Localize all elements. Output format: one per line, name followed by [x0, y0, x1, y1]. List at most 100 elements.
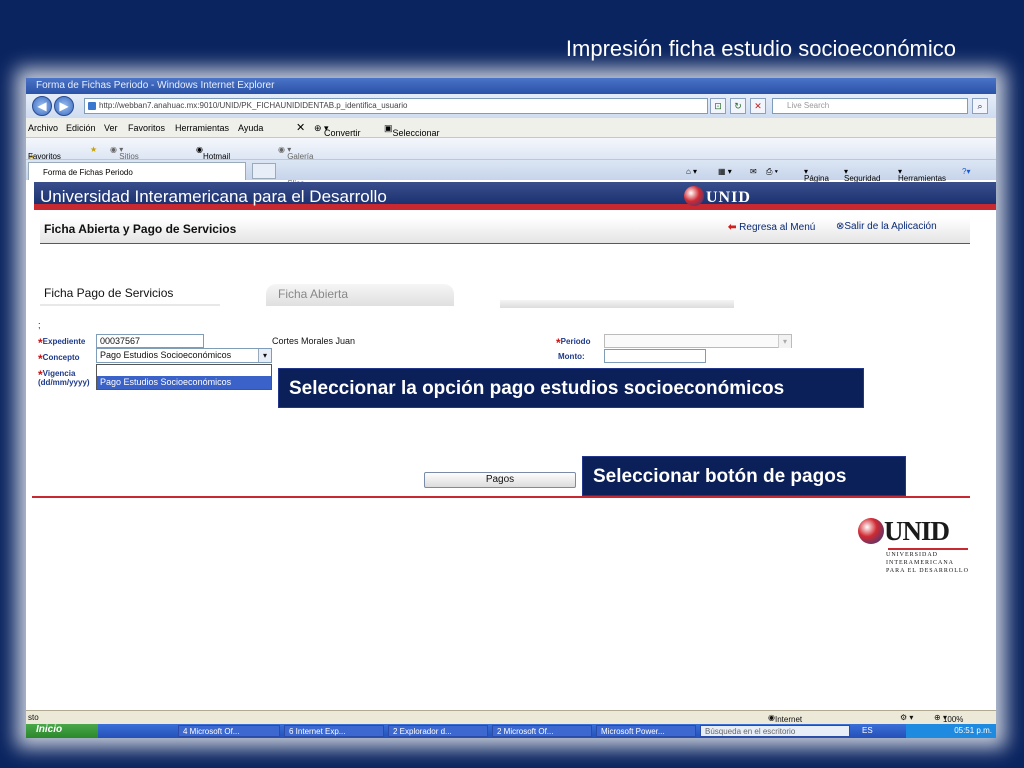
back-to-menu-link[interactable]: ⬅ Regresa al Menú	[728, 222, 815, 233]
task-item[interactable]: Microsoft Power...	[596, 725, 696, 737]
monto-label: Monto:	[558, 352, 585, 361]
banner-logo: UNID	[684, 186, 751, 207]
tab-ficha-abierta[interactable]: Ficha Abierta	[266, 284, 454, 306]
concepto-select[interactable]: Pago Estudios Socioeconómicos ▾	[96, 348, 272, 363]
clock: 05:51 p.m.	[954, 726, 992, 735]
concepto-label-text: Concepto	[42, 353, 80, 362]
chevron-down-icon: ▾	[778, 335, 791, 348]
pagos-button[interactable]: Pagos	[424, 472, 576, 488]
task-item[interactable]: 6 Internet Exp...	[284, 725, 384, 737]
mail-icon[interactable]: ✉	[750, 167, 757, 176]
forward-icon[interactable]: ▶	[54, 96, 74, 116]
page-title: Ficha Abierta y Pago de Servicios	[44, 222, 237, 236]
back-to-menu-label: Regresa al Menú	[739, 222, 816, 233]
globe-icon	[684, 186, 704, 206]
monto-input[interactable]	[604, 349, 706, 363]
menu-archivo[interactable]: Archivo	[28, 123, 58, 133]
system-tray: 05:51 p.m.	[906, 724, 996, 738]
tab-forma-fichas[interactable]: Forma de Fichas Periodo	[28, 162, 246, 180]
back-icon[interactable]: ◀	[32, 96, 52, 116]
page-banner: Universidad Interamericana para el Desar…	[34, 182, 996, 210]
page-icon	[88, 102, 96, 110]
logo-line3: PARA EL DESARROLLO	[886, 568, 969, 574]
print-icon[interactable]: ⎙ ▾	[766, 167, 778, 177]
dropdown-option-pago[interactable]: Pago Estudios Socioeconómicos	[97, 376, 271, 389]
vigencia-label-text: Vigencia	[42, 369, 76, 378]
search-input[interactable]: Live Search	[772, 98, 968, 114]
compat-icon[interactable]: ⊡	[710, 98, 726, 114]
internet-zone-label: Internet	[774, 715, 803, 724]
zoom-control[interactable]: ⊕ 100% ▾	[934, 713, 963, 724]
close-x-icon[interactable]: ✕	[296, 121, 305, 134]
logo-line1: UNIVERSIDAD	[886, 552, 938, 558]
convert-button[interactable]: ⊕ Convertir ▾	[314, 123, 361, 138]
stop-icon[interactable]: ✕	[750, 98, 766, 114]
add-favorite-icon[interactable]: ★	[90, 145, 97, 154]
task-item[interactable]: 2 Microsoft Of...	[492, 725, 592, 737]
internet-zone: ◉ Internet	[768, 713, 803, 724]
feeds-icon[interactable]: ▦ ▾	[718, 167, 732, 176]
expediente-label-text: Expediente	[42, 337, 86, 346]
menu-bar: Archivo Edición Ver Favoritos Herramient…	[26, 118, 996, 138]
window-title: Forma de Fichas Periodo - Windows Intern…	[26, 78, 996, 94]
tools-pagina[interactable]: Página ▾	[804, 167, 829, 183]
start-button[interactable]: Inicio	[26, 724, 98, 738]
concepto-value: Pago Estudios Socioeconómicos	[100, 350, 232, 360]
search-placeholder: Live Search	[787, 101, 830, 110]
banner-title: Universidad Interamericana para el Desar…	[40, 187, 387, 206]
exit-app-link[interactable]: ⊗Salir de la Aplicación	[836, 221, 937, 232]
banner-logo-text: UNID	[706, 189, 751, 206]
convert-label: Convertir	[324, 128, 361, 138]
callout-select-option: Seleccionar la opción pago estudios soci…	[278, 368, 864, 408]
tools-herramientas[interactable]: Herramientas ▾	[898, 167, 946, 183]
taskbar: Inicio 4 Microsoft Of... 6 Internet Exp.…	[26, 724, 996, 738]
task-item[interactable]: 2 Explorador d...	[388, 725, 488, 737]
status-bar: sto ◉ Internet ⚙ ▾ ⊕ 100% ▾	[26, 710, 996, 724]
unid-logo: UNID UNIVERSIDAD INTERAMERICANA PARA EL …	[858, 516, 968, 574]
fav-link-webslice[interactable]: ◉ Galería de Web Slice ▾	[278, 145, 313, 188]
logo-rule	[888, 548, 968, 550]
address-bar: ◀ ▶ http://webban7.anahuac.mx:9010/UNID/…	[26, 94, 996, 118]
divider	[32, 496, 970, 498]
help-icon[interactable]: ?▾	[962, 167, 970, 176]
exit-app-label: Salir de la Aplicación	[844, 221, 937, 232]
tools-seguridad[interactable]: Seguridad ▾	[844, 167, 880, 183]
fav-link-hotmail[interactable]: ◉ Hotmail gratuito	[196, 145, 230, 170]
menu-herramientas[interactable]: Herramientas	[175, 123, 229, 133]
select-label: Seleccionar	[392, 128, 440, 138]
menu-edicion[interactable]: Edición	[66, 123, 96, 133]
periodo-label: *Periodo	[556, 336, 591, 350]
search-icon[interactable]: ⌕	[972, 98, 988, 114]
language-indicator[interactable]: ES	[858, 725, 882, 737]
task-item[interactable]: 4 Microsoft Of...	[178, 725, 280, 737]
page-header: Ficha Abierta y Pago de Servicios ⬅ Regr…	[40, 218, 970, 244]
periodo-select[interactable]: ▾	[604, 334, 792, 348]
menu-favoritos[interactable]: Favoritos	[128, 123, 165, 133]
select-button[interactable]: ▣ Seleccionar	[384, 123, 440, 138]
browser-screenshot: Forma de Fichas Periodo - Windows Intern…	[26, 78, 996, 738]
vigencia-format: (dd/mm/yyyy)	[38, 378, 90, 387]
periodo-label-text: Periodo	[560, 337, 591, 346]
concepto-dropdown: Pago Estudios Socioeconómicos	[96, 364, 272, 390]
tab-ficha-pago[interactable]: Ficha Pago de Servicios	[40, 282, 220, 306]
menu-ayuda[interactable]: Ayuda	[238, 123, 263, 133]
arrow-left-icon: ⬅	[728, 222, 737, 233]
desktop-search-input[interactable]: Búsqueda en el escritorio	[700, 725, 850, 737]
menu-ver[interactable]: Ver	[104, 123, 118, 133]
tab-placeholder	[500, 300, 734, 308]
status-text: sto	[28, 713, 39, 722]
fav-link-sitios[interactable]: ◉ Sitios sugeridos ▾	[110, 145, 154, 170]
student-name: Cortes Morales Juan	[272, 336, 356, 346]
refresh-icon[interactable]: ↻	[730, 98, 746, 114]
favorites-bar: ★ Favoritos ★ ◉ Sitios sugeridos ▾ ◉ Hot…	[26, 138, 996, 188]
callout-select-button: Seleccionar botón de pagos	[582, 456, 906, 496]
url-input[interactable]: http://webban7.anahuac.mx:9010/UNID/PK_F…	[84, 98, 708, 114]
new-tab-button[interactable]	[252, 163, 276, 179]
globe-icon	[858, 518, 884, 544]
expediente-label: *Expediente	[38, 336, 86, 350]
protected-mode-icon[interactable]: ⚙ ▾	[900, 713, 913, 722]
concepto-label: *Concepto	[38, 352, 80, 366]
home-icon[interactable]: ⌂ ▾	[686, 167, 697, 176]
slide-title: Impresión ficha estudio socioeconómico	[565, 36, 956, 61]
expediente-input[interactable]: 00037567	[96, 334, 204, 348]
